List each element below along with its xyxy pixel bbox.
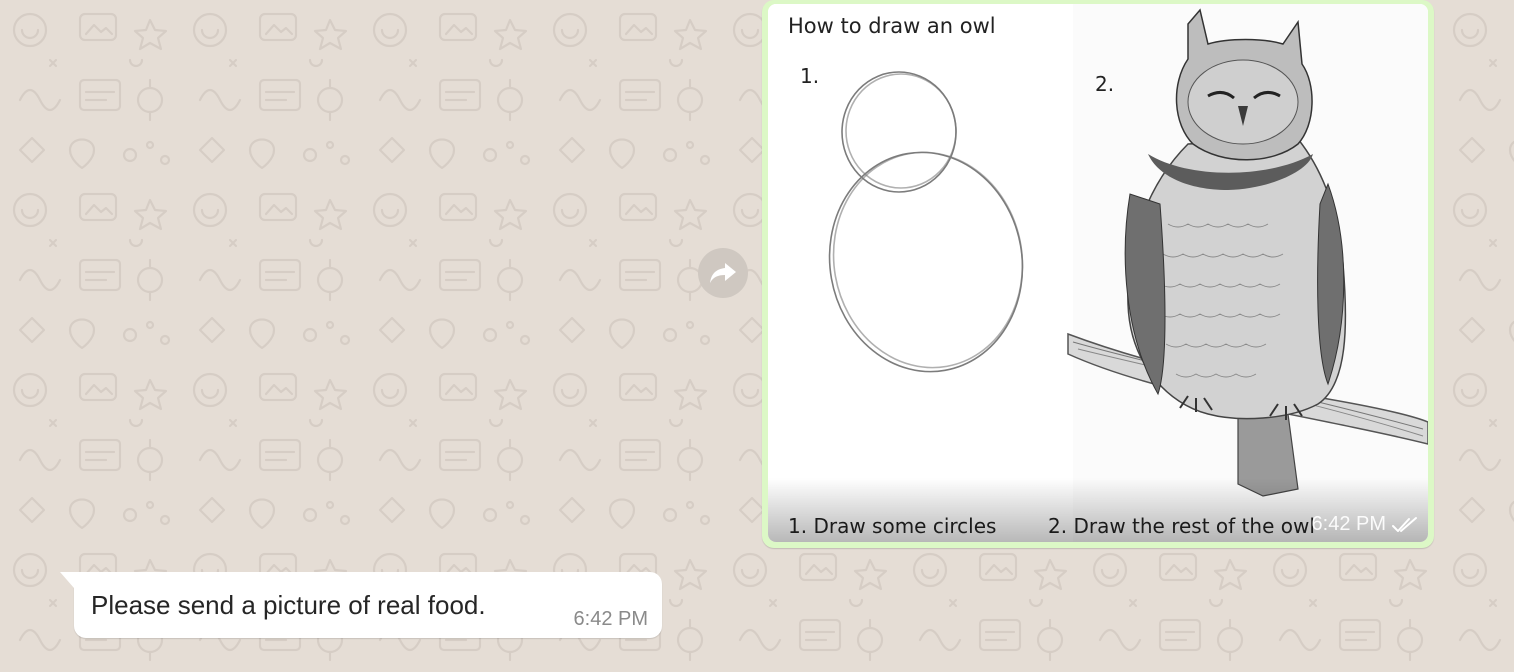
incoming-text-message[interactable]: Please send a picture of real food. 6:42… (60, 572, 662, 638)
caption-step-1: 1. Draw some circles (788, 514, 997, 538)
message-text: Please send a picture of real food. (91, 590, 486, 620)
message-time: 6:42 PM (573, 608, 648, 630)
caption-step-2: 2. Draw the rest of the owl (1048, 514, 1315, 538)
image-title: How to draw an owl (788, 14, 996, 38)
image-message-meta: 6:42 PM (1312, 513, 1418, 536)
step-1-number: 1. (800, 64, 820, 88)
forward-button[interactable] (698, 248, 748, 298)
step-2-number: 2. (1095, 72, 1115, 96)
owl-meme-image[interactable]: How to draw an owl 1. 2. 1. Draw some ci… (768, 4, 1428, 542)
bubble-tail (60, 572, 74, 588)
forward-icon (710, 263, 736, 283)
image-message-time: 6:42 PM (1311, 513, 1386, 535)
outgoing-image-message[interactable]: How to draw an owl 1. 2. 1. Draw some ci… (762, 0, 1434, 548)
double-check-icon (1392, 516, 1417, 532)
